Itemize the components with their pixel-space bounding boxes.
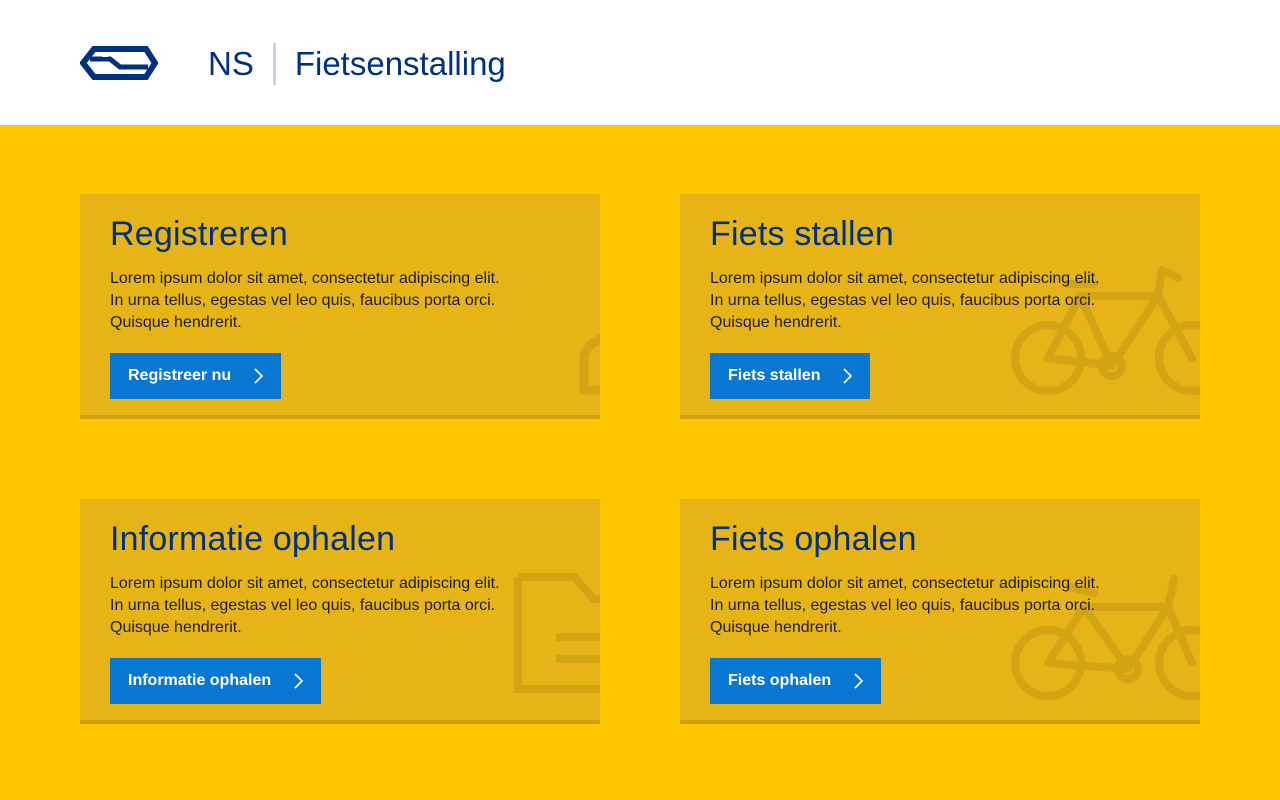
button-label: Informatie ophalen [128, 672, 272, 689]
app-header: NS Fietsenstalling [0, 0, 1280, 125]
ns-logo-icon[interactable] [80, 46, 158, 80]
card-title: Registreren [110, 215, 288, 253]
button-label: Fiets ophalen [728, 672, 832, 689]
button-label: Fiets stallen [728, 367, 821, 384]
card-informatie-ophalen: Informatie ophalen Lorem ipsum dolor sit… [80, 499, 600, 724]
card-fiets-stallen: Fiets stallen Lorem ipsum dolor sit amet… [680, 194, 1200, 419]
card-fiets-ophalen: Fiets ophalen Lorem ipsum dolor sit amet… [680, 499, 1200, 724]
app-brand: NS Fietsenstalling [208, 42, 506, 86]
chevron-right-icon [254, 368, 264, 384]
register-button[interactable]: Registreer nu [110, 353, 282, 399]
document-icon [514, 573, 600, 693]
chevron-right-icon [843, 368, 853, 384]
card-registreren: Registreren Lorem ipsum dolor sit amet, … [80, 194, 600, 419]
card-body: Lorem ipsum dolor sit amet, consectetur … [710, 575, 1100, 636]
product-name: Fietsenstalling [294, 45, 506, 82]
chevron-right-icon [854, 673, 864, 689]
card-title: Fiets ophalen [710, 520, 917, 558]
chevron-right-icon [294, 673, 304, 689]
brand-name: NS [208, 45, 254, 82]
card-body: Lorem ipsum dolor sit amet, consectetur … [110, 575, 500, 636]
button-label: Registreer nu [128, 367, 232, 384]
info-button[interactable]: Informatie ophalen [110, 658, 322, 704]
card-title: Informatie ophalen [110, 520, 396, 558]
user-icon [579, 333, 600, 395]
park-bike-button[interactable]: Fiets stallen [710, 353, 871, 399]
brand-divider [272, 43, 276, 85]
card-title: Fiets stallen [710, 215, 895, 253]
collect-bike-button[interactable]: Fiets ophalen [710, 658, 882, 704]
card-body: Lorem ipsum dolor sit amet, consectetur … [110, 270, 500, 331]
card-body: Lorem ipsum dolor sit amet, consectetur … [710, 270, 1100, 331]
